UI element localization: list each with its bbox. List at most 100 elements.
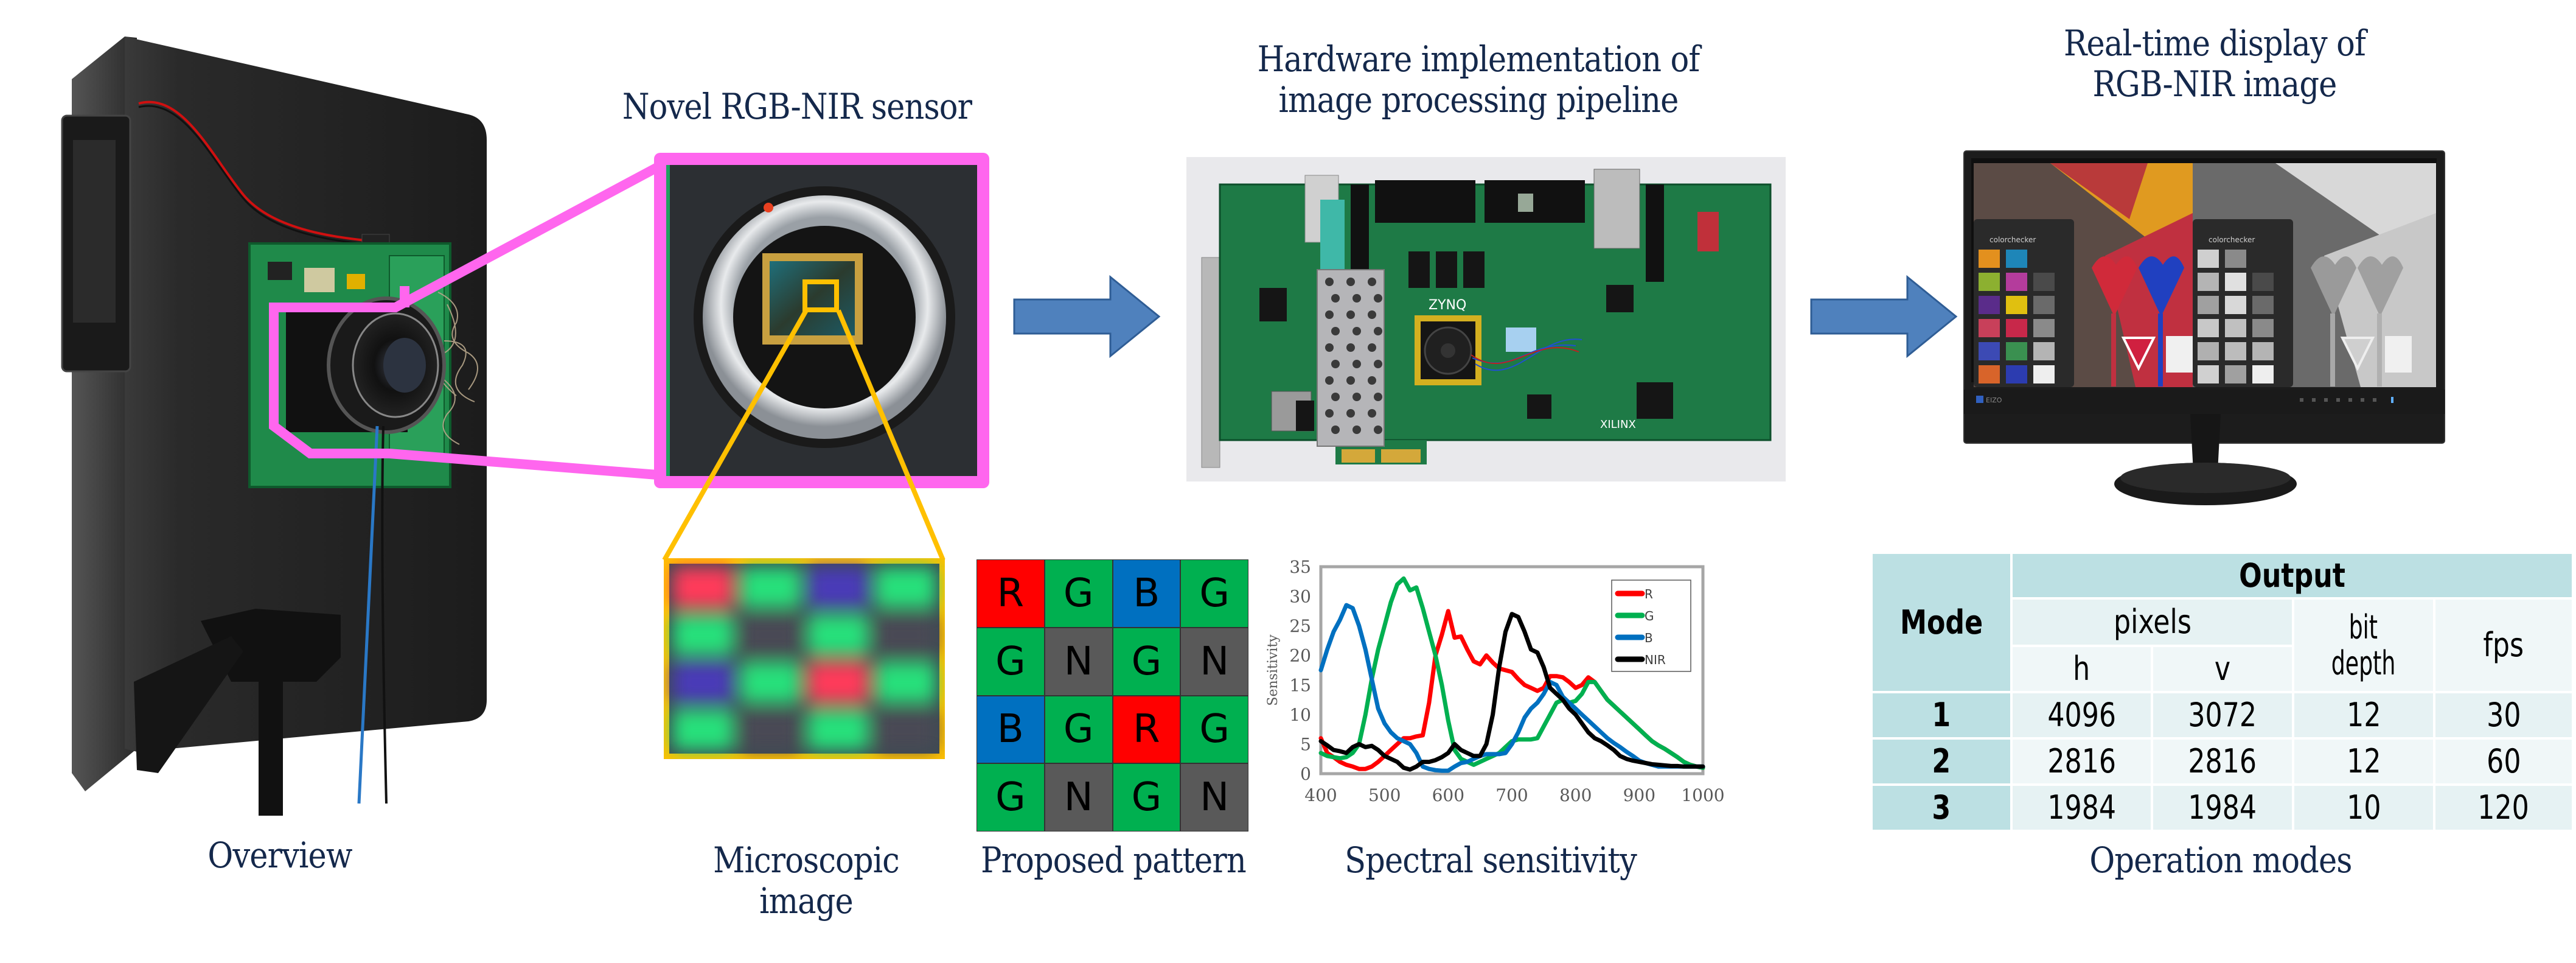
table-cell-mode: 1 [1871,692,2011,738]
pattern-cell-N: N [1044,627,1113,696]
table-cell-mode: 3 [1871,785,2011,831]
sfp-hole [1346,278,1355,286]
micro-cell-N [875,615,936,655]
table-cell-bit: 12 [2293,738,2434,785]
pattern-cell-N: N [1044,763,1113,832]
x-tick-label: 1000 [1681,785,1724,805]
mode-header: Mode [1871,553,2011,692]
microscopic-image [664,558,945,759]
micro-cell-G [875,662,936,702]
micro-cell-R [808,662,868,702]
sfp-hole [1331,327,1340,335]
y-axis-label: Sensitivity [1265,634,1281,706]
checker-patch [2225,250,2246,268]
legend-label-g: G [1645,609,1654,623]
checker-patch [2033,296,2055,314]
checker-patch [2006,342,2027,360]
sfp-hole [1374,393,1382,401]
x-tick-label: 700 [1495,785,1528,805]
caption-microscopic: Microscopic image [713,839,900,922]
checker-patch [2006,250,2027,268]
pattern-cell-G: G [1112,763,1181,832]
checker-patch [1979,365,2000,383]
sfp-hole [1325,409,1334,418]
pattern-cell-G: G [1044,695,1113,764]
table-cell-v: 2816 [2152,738,2293,785]
right-arrow-icon [1013,275,1161,359]
sfp-hole [1352,294,1361,303]
checker-patch [1979,319,2000,337]
v-header: v [2152,646,2293,692]
table-cell-v: 3072 [2152,692,2293,738]
sfp-hole [1346,409,1355,418]
sfp-hole [1374,425,1382,434]
pixels-header: pixels [2011,598,2293,646]
bit-depth-header: bit depth [2293,598,2434,692]
caption-overview: Overview [207,835,352,876]
micro-cell-G [740,567,801,608]
table-cell-mode: 2 [1871,738,2011,785]
cfa-pattern-grid: RGBGGNGNBGRGGNGN [976,559,1248,832]
micro-cell-G [875,567,936,608]
checker-patch [2033,250,2055,268]
checker-patch [2033,342,2055,360]
sfp-hole [1352,360,1361,368]
output-header: Output [2011,553,2573,598]
sfp-hole [1325,343,1334,352]
h-header: h [2011,646,2152,692]
y-tick-label: 0 [1300,764,1311,784]
sfp-hole [1325,310,1334,319]
pattern-cell-G: G [1180,559,1248,628]
sfp-hole [1331,393,1340,401]
dip-switch [1506,327,1536,352]
fmc-connector-1 [1375,180,1475,223]
checker-patch [2225,365,2246,383]
sfp-hole [1331,425,1340,434]
checker-patch [2033,319,2055,337]
checker-patch [2252,342,2274,360]
table-cell-v: 1984 [2152,785,2293,831]
caption-hardware: Hardware implementation of image processi… [1257,38,1701,121]
pattern-cell-N: N [1180,763,1248,832]
checker-patch [2252,365,2274,383]
sfp-hole [1368,310,1376,319]
caption-spectral: Spectral sensitivity [1345,839,1637,881]
sfp-hole [1352,425,1361,434]
sfp-hole [1368,278,1376,286]
zynq-logo-text: ZYNQ [1429,298,1466,313]
checker-patch [2225,273,2246,291]
pattern-cell-B: B [1112,559,1181,628]
x-tick-label: 600 [1432,785,1464,805]
checker-patch [1979,296,2000,314]
legend-label-nir: NIR [1645,653,1666,667]
sfp-hole [1331,294,1340,303]
sfp-hole [1352,393,1361,401]
sfp-hole [1325,278,1334,286]
caption-display: Real-time display of RGB-NIR image [2064,23,2366,105]
checker-patch [2252,319,2274,337]
checker-patch [2006,365,2027,383]
xilinx-logo-text: XILINX [1600,418,1636,431]
y-tick-label: 30 [1289,587,1311,607]
monitor-photo: colorchecker colorchecker EIZO [1963,150,2445,505]
table-cell-fps: 60 [2434,738,2573,785]
checker-patch [2198,273,2219,291]
nir-display-half: colorchecker [2193,163,2436,387]
checker-patch [1979,273,2000,291]
pattern-cell-G: G [1044,559,1113,628]
x-tick-label: 800 [1559,785,1592,805]
pattern-cell-B: B [976,695,1045,764]
svg-text:EIZO: EIZO [1986,396,2002,404]
sfp-cage [1317,269,1385,447]
checker-patch [1979,342,2000,360]
svg-text:colorchecker: colorchecker [1989,236,2036,244]
legend-label-b: B [1645,631,1653,645]
pattern-cell-R: R [976,559,1045,628]
checker-patch [2252,296,2274,314]
sfp-hole [1374,327,1382,335]
sfp-hole [1325,376,1334,385]
sfp-hole [1346,376,1355,385]
sfp-hole [1352,327,1361,335]
table-cell-fps: 30 [2434,692,2573,738]
checker-patch [2198,319,2219,337]
